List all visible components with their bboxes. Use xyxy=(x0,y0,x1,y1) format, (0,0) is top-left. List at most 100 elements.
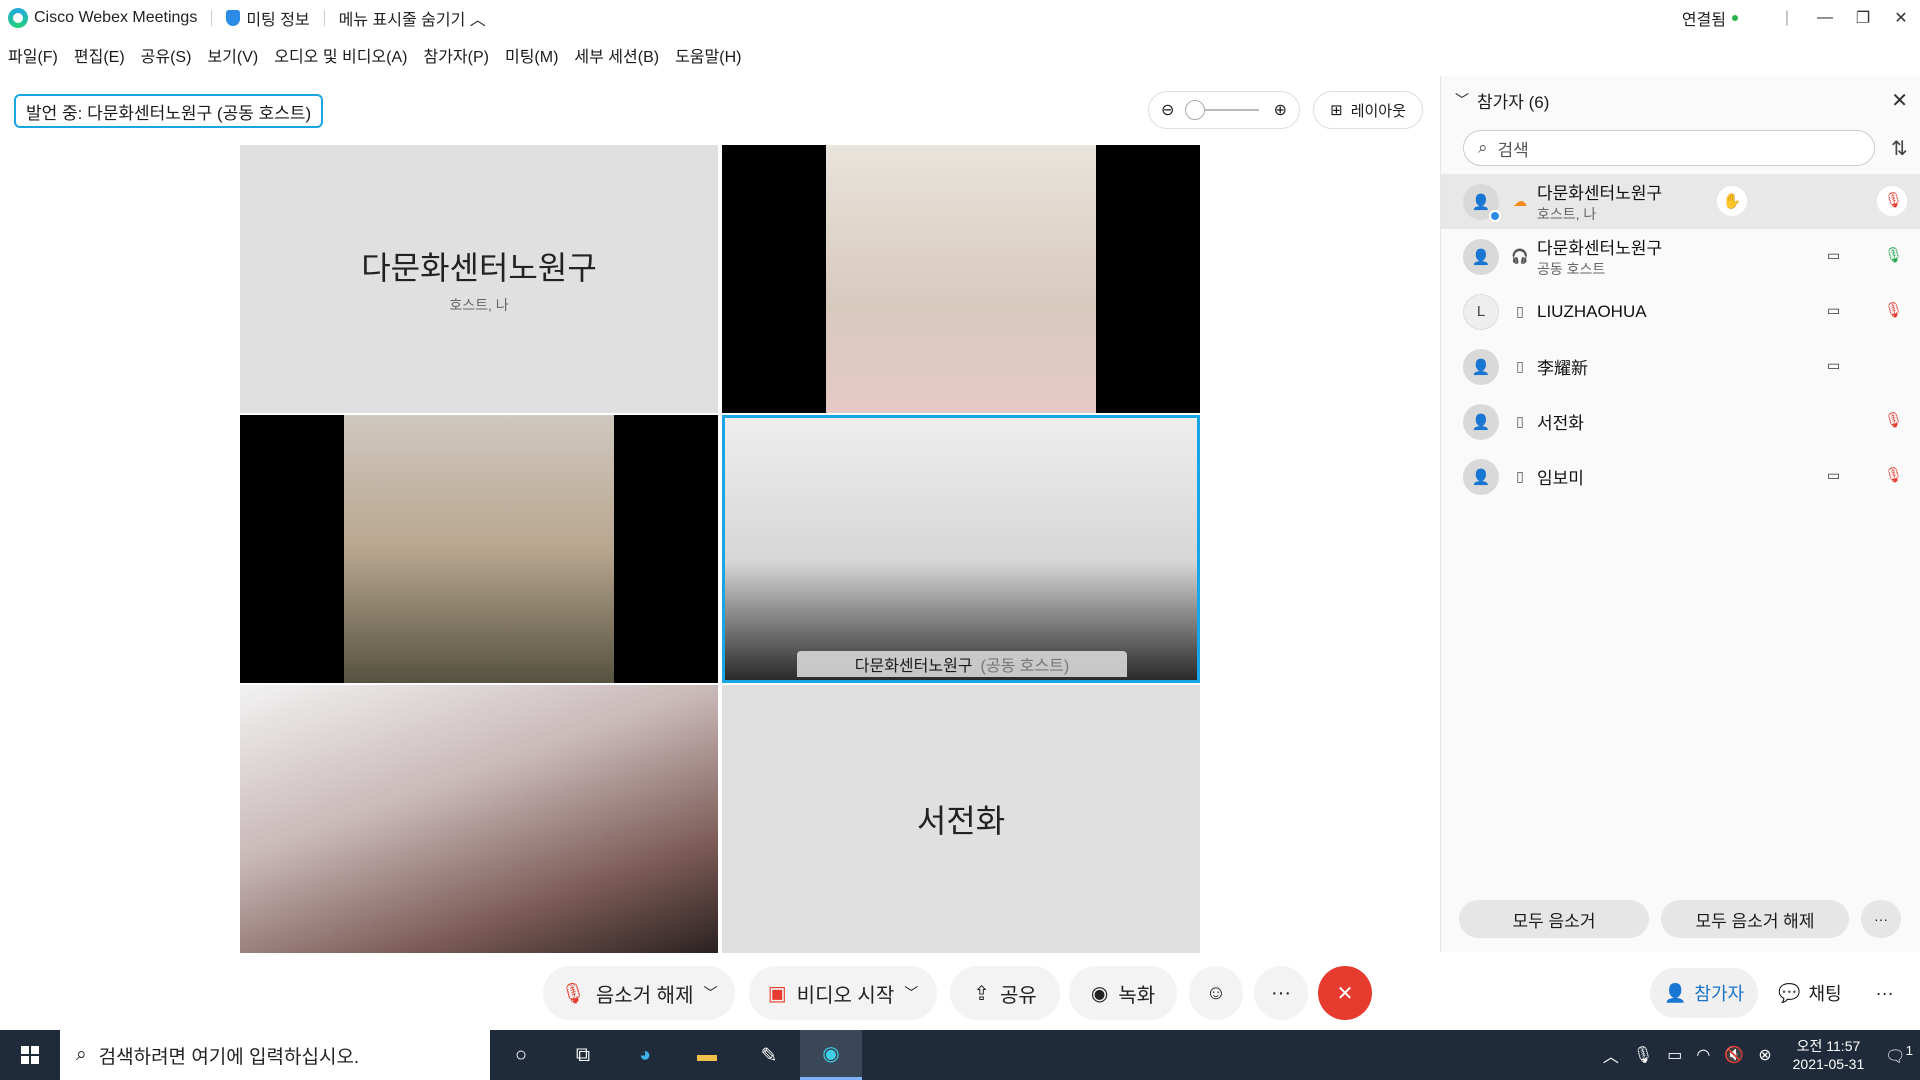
menu-help[interactable]: 도움말(H) xyxy=(667,43,749,67)
video-name-tag: 다문화센터노원구 (공동 호스트) xyxy=(797,651,1127,677)
person-icon: 👤 xyxy=(1471,248,1491,266)
menu-participant[interactable]: 참가자(P) xyxy=(415,43,497,67)
panel-header[interactable]: ﹀ 참가자 (6) xyxy=(1441,76,1920,124)
leave-meeting-button[interactable]: ✕ xyxy=(1318,966,1372,1020)
menu-audio-video[interactable]: 오디오 및 비디오(A) xyxy=(266,43,415,67)
title-bar: Cisco Webex Meetings 미팅 정보 메뉴 표시줄 숨기기 ︿ … xyxy=(0,0,1920,36)
avatar: 👤 xyxy=(1463,348,1499,385)
menu-meeting[interactable]: 미팅(M) xyxy=(497,43,566,67)
windows-logo-icon xyxy=(21,1046,39,1064)
raise-hand-icon[interactable]: ✋ xyxy=(1717,186,1747,216)
start-button[interactable] xyxy=(0,1030,60,1080)
video-tile-participant[interactable] xyxy=(722,145,1200,413)
participant-search-input[interactable]: ⌕ 검색 xyxy=(1463,130,1875,166)
app-title: Cisco Webex Meetings xyxy=(34,9,198,26)
video-tile-participant[interactable] xyxy=(240,685,718,953)
phone-icon: ▯ xyxy=(1516,303,1524,319)
record-icon: ◉ xyxy=(1090,982,1109,1005)
reactions-button[interactable]: ☺ xyxy=(1189,966,1243,1020)
participant-row[interactable]: 👤 ▯ 임보미 ▭ 🎙 xyxy=(1441,449,1920,504)
tile-name: 다문화센터노원구 xyxy=(361,250,597,286)
participant-row[interactable]: 👤 ☁ 다문화센터노원구 호스트, 나 ✋ 🎙 xyxy=(1441,174,1920,229)
chevron-down-icon[interactable]: ﹀ xyxy=(904,983,918,1003)
tab-chat[interactable]: 💬 채팅 xyxy=(1764,968,1856,1018)
participant-name: 다문화센터노원구 xyxy=(1537,184,1663,203)
sort-icon[interactable]: ⇅ xyxy=(1891,136,1908,161)
paint-icon[interactable]: ✎ xyxy=(738,1030,800,1080)
zoom-out-icon[interactable]: ⊖ xyxy=(1161,100,1174,120)
participant-row[interactable]: 👤 ▯ 서전화 🎙 xyxy=(1441,394,1920,449)
zoom-slider-thumb[interactable] xyxy=(1185,100,1205,120)
mic-muted-icon[interactable]: 🎙 xyxy=(1884,466,1903,484)
participant-row[interactable]: 👤 ▯ 李耀新 ▭ xyxy=(1441,339,1920,394)
participant-role: 호스트, 나 xyxy=(1537,206,1597,222)
chevron-down-icon[interactable]: ﹀ xyxy=(1455,90,1469,110)
unmute-all-button[interactable]: 모두 음소거 해제 xyxy=(1661,900,1849,938)
meeting-info-button[interactable]: 미팅 정보 xyxy=(246,6,309,30)
chevron-down-icon[interactable]: ﹀ xyxy=(703,983,717,1003)
battery-icon[interactable]: ▭ xyxy=(1660,1045,1689,1065)
panel-more-button[interactable]: ··· xyxy=(1861,900,1901,938)
video-tile-name-only[interactable]: 서전화 xyxy=(722,685,1200,953)
taskbar-search-input[interactable]: ⌕ 검색하려면 여기에 입력하십시오. xyxy=(60,1030,490,1080)
grid-icon: ⊞ xyxy=(1330,102,1343,119)
record-button[interactable]: ◉ 녹화 xyxy=(1069,966,1177,1020)
start-video-button[interactable]: ▣ 비디오 시작 ﹀ xyxy=(749,966,937,1020)
video-feed xyxy=(344,415,614,683)
volume-muted-icon[interactable]: 🔇 xyxy=(1717,1045,1751,1065)
close-icon: ✕ xyxy=(1336,982,1354,1005)
notification-center-icon[interactable]: 🗨1 xyxy=(1878,1043,1920,1066)
tile-role: 호스트, 나 xyxy=(449,297,509,313)
menu-share[interactable]: 공유(S) xyxy=(133,43,200,67)
layout-button[interactable]: ⊞ 레이아웃 xyxy=(1313,91,1423,129)
show-hidden-icons-icon[interactable]: ︿ xyxy=(1596,1043,1626,1067)
tab-chat-label: 채팅 xyxy=(1808,984,1842,1004)
panel-title: 참가자 (6) xyxy=(1477,92,1550,112)
microphone-icon[interactable]: 🎙 xyxy=(1626,1045,1660,1065)
menu-file[interactable]: 파일(F) xyxy=(0,43,66,67)
video-tile-participant[interactable] xyxy=(240,415,718,683)
mute-all-button[interactable]: 모두 음소거 xyxy=(1459,900,1649,938)
avatar: 👤 xyxy=(1463,458,1499,495)
file-explorer-icon[interactable]: ▬ xyxy=(676,1030,738,1080)
phone-icon: ▯ xyxy=(1516,358,1524,374)
search-icon: ⌕ xyxy=(76,1044,87,1065)
avatar: 👤 xyxy=(1463,403,1499,440)
video-tile-active-speaker[interactable]: 다문화센터노원구 (공동 호스트) xyxy=(722,415,1200,683)
zoom-in-icon[interactable]: ⊕ xyxy=(1274,100,1287,120)
restore-button[interactable]: ❐ xyxy=(1844,0,1882,36)
menu-breakout[interactable]: 세부 세션(B) xyxy=(566,43,667,67)
video-grid: 다문화센터노원구 호스트, 나 다문화센터노원구 (공동 호스트) 서전화 xyxy=(240,145,1200,953)
mic-active-icon[interactable]: 🎙 xyxy=(1884,246,1903,264)
task-view-icon[interactable]: ⧉ xyxy=(552,1030,614,1080)
close-circle-icon[interactable]: ⊗ xyxy=(1751,1045,1778,1065)
close-panel-button[interactable]: ✕ xyxy=(1891,88,1908,113)
connection-status: 연결됨 xyxy=(1681,12,1726,29)
video-tile-host[interactable]: 다문화센터노원구 호스트, 나 xyxy=(240,145,718,413)
edge-browser-icon[interactable]: ◕ xyxy=(614,1030,676,1080)
participant-row[interactable]: 👤 🎧 다문화센터노원구 공동 호스트 ▭ 🎙 xyxy=(1441,229,1920,284)
share-label: 공유 xyxy=(999,984,1037,1007)
start-video-label: 비디오 시작 xyxy=(796,984,895,1007)
menu-view[interactable]: 보기(V) xyxy=(199,43,266,67)
clock[interactable]: 오전 11:57 2021-05-31 xyxy=(1779,1037,1879,1073)
wifi-icon[interactable]: ◠ xyxy=(1689,1045,1717,1065)
more-panels-button[interactable]: ··· xyxy=(1862,968,1908,1018)
mic-muted-icon[interactable]: 🎙 xyxy=(1884,411,1903,429)
webex-taskbar-icon[interactable]: ◉ xyxy=(800,1030,862,1080)
menu-edit[interactable]: 편집(E) xyxy=(66,43,133,67)
mic-muted-icon[interactable]: 🎙 xyxy=(1884,301,1903,319)
close-window-button[interactable]: ✕ xyxy=(1882,0,1920,36)
tab-participants[interactable]: 👤 참가자 xyxy=(1650,968,1759,1018)
cortana-icon[interactable]: ○ xyxy=(490,1030,552,1080)
share-button[interactable]: ⇪ 공유 xyxy=(950,966,1060,1020)
participant-row[interactable]: L ▯ LIUZHAOHUA ▭ 🎙 xyxy=(1441,284,1920,339)
minimize-button[interactable]: — xyxy=(1806,0,1844,36)
video-camera-icon: ▭ xyxy=(1827,357,1841,373)
hide-menu-button[interactable]: 메뉴 표시줄 숨기기 ︿ xyxy=(339,6,486,30)
zoom-slider[interactable] xyxy=(1185,100,1259,120)
more-options-button[interactable]: ··· xyxy=(1254,966,1308,1020)
participant-role: 공동 호스트 xyxy=(1537,261,1606,277)
unmute-button[interactable]: 🎙 음소거 해제 ﹀ xyxy=(543,966,735,1020)
active-speaker-label: 발언 중: 다문화센터노원구 (공동 호스트) xyxy=(14,94,324,128)
